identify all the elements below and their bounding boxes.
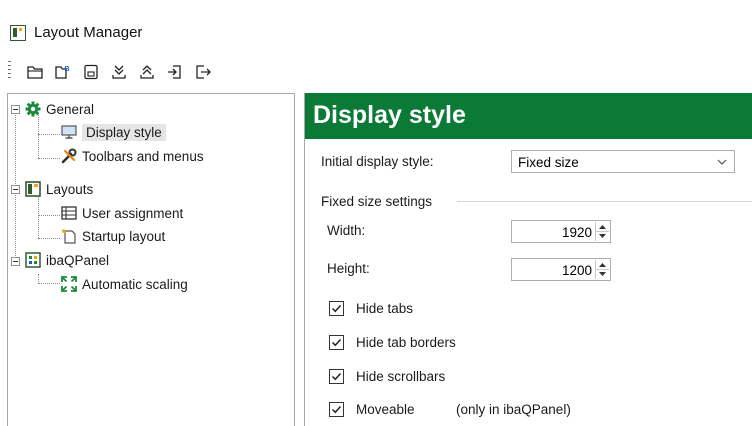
scaling-arrows-icon — [60, 275, 78, 293]
login-icon — [168, 65, 181, 79]
folder-blue-icon: B — [55, 66, 70, 79]
import-button[interactable] — [108, 61, 130, 83]
tree-item-startup-layout[interactable]: Startup layout — [60, 226, 165, 246]
moveable-label[interactable]: Moveable — [356, 402, 415, 417]
hide-tabs-checkbox[interactable] — [329, 301, 344, 316]
initial-display-style-select[interactable]: Fixed size — [511, 150, 735, 173]
tree-item-general-label: General — [46, 101, 95, 117]
hide-scrollbars-label[interactable]: Hide scrollbars — [356, 369, 445, 384]
spin-up-icon — [599, 262, 606, 267]
width-label: Width: — [327, 223, 366, 238]
panel-title: Display style — [313, 101, 466, 129]
tree-item-user-assignment[interactable]: User assignment — [60, 203, 183, 223]
tree-item-display-style[interactable]: Display style — [60, 122, 166, 142]
panel-header: Display style — [305, 93, 752, 139]
save-icon — [84, 64, 98, 80]
wrench-screwdriver-icon — [60, 147, 78, 165]
height-value: 1200 — [561, 263, 592, 278]
settings-tree: General Display style Toolbars and menus… — [7, 93, 295, 426]
tree-item-toolbars-label: Toolbars and menus — [82, 148, 204, 164]
general-expander[interactable] — [11, 105, 20, 114]
checkmark-icon — [331, 338, 342, 347]
title-bar: Layout Manager — [0, 0, 752, 52]
initial-display-style-value: Fixed size — [518, 155, 579, 170]
group-divider — [457, 201, 752, 202]
height-label: Height: — [327, 261, 370, 276]
checkmark-icon — [331, 372, 342, 381]
logout-icon — [196, 65, 211, 79]
tree-item-display-style-label: Display style — [82, 123, 166, 141]
layouts-expander[interactable] — [11, 185, 20, 194]
save-button[interactable] — [80, 61, 102, 83]
layout-manager-app-icon — [10, 25, 26, 41]
spin-down-icon — [599, 233, 606, 238]
height-field[interactable]: 1200 — [511, 258, 611, 281]
ibaqpanel-icon — [24, 251, 42, 269]
window-title: Layout Manager — [34, 24, 143, 41]
startup-document-icon — [60, 227, 78, 245]
export-icon — [140, 65, 154, 79]
tree-item-ibaqpanel[interactable]: ibaQPanel — [24, 250, 109, 270]
moveable-note: (only in ibaQPanel) — [456, 402, 571, 417]
login-button[interactable] — [164, 61, 186, 83]
width-field[interactable]: 1920 — [511, 220, 611, 243]
fixed-size-settings-group-label: Fixed size settings — [321, 194, 433, 209]
width-value: 1920 — [561, 225, 592, 240]
hide-tabs-label[interactable]: Hide tabs — [356, 301, 413, 316]
display-style-panel: Display style Initial display style: Fix… — [304, 93, 752, 426]
logout-button[interactable] — [192, 61, 214, 83]
hide-scrollbars-checkbox[interactable] — [329, 369, 344, 384]
spin-down-icon — [599, 271, 606, 276]
svg-text:B: B — [65, 66, 70, 73]
folder-open-icon — [27, 66, 43, 79]
import-icon — [112, 65, 126, 79]
width-spinner — [595, 222, 609, 241]
height-spinner — [595, 260, 609, 279]
open-button[interactable] — [24, 61, 46, 83]
table-icon — [60, 204, 78, 222]
height-decrement-button[interactable] — [596, 269, 609, 278]
gear-icon — [24, 100, 42, 118]
monitor-icon — [60, 123, 78, 141]
tree-item-layouts[interactable]: Layouts — [24, 179, 93, 199]
layout-icon — [24, 180, 42, 198]
spin-up-icon — [599, 224, 606, 229]
toolbar: B — [0, 55, 752, 87]
hide-tab-borders-checkbox[interactable] — [329, 335, 344, 350]
open-b-button[interactable]: B — [52, 61, 74, 83]
chevron-down-icon — [717, 159, 727, 165]
toolbar-grip[interactable] — [8, 61, 11, 81]
tree-item-automatic-scaling-label: Automatic scaling — [82, 276, 188, 292]
tree-item-toolbars-and-menus[interactable]: Toolbars and menus — [60, 146, 204, 166]
tree-item-startup-layout-label: Startup layout — [82, 228, 166, 244]
checkmark-icon — [331, 304, 342, 313]
ibaqpanel-expander[interactable] — [11, 257, 20, 266]
tree-item-general[interactable]: General — [24, 99, 94, 119]
width-decrement-button[interactable] — [596, 231, 609, 240]
tree-item-user-assignment-label: User assignment — [82, 205, 184, 221]
export-button[interactable] — [136, 61, 158, 83]
tree-item-ibaqpanel-label: ibaQPanel — [46, 252, 110, 268]
tree-item-layouts-label: Layouts — [46, 181, 94, 197]
initial-display-style-label: Initial display style: — [321, 154, 434, 169]
tree-item-automatic-scaling[interactable]: Automatic scaling — [60, 274, 188, 294]
checkmark-icon — [331, 405, 342, 414]
hide-tab-borders-label[interactable]: Hide tab borders — [356, 335, 456, 350]
moveable-checkbox[interactable] — [329, 402, 344, 417]
